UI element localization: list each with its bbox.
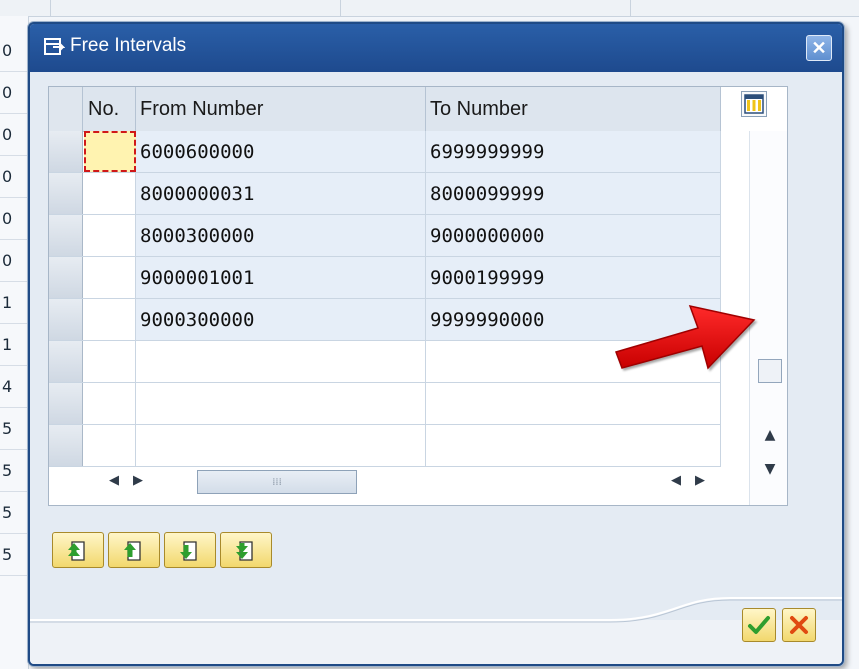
no-cell[interactable] [84,383,136,424]
background-cell: 5 [0,450,28,492]
previous-page-button[interactable] [108,532,160,568]
footer-divider [30,597,842,623]
to-number-cell[interactable]: 9000199999 [426,257,721,298]
arrow-left-icon: ◀ [109,472,119,488]
table-row[interactable]: 8000300000 9000000000 [49,215,721,257]
from-number-cell[interactable] [136,383,426,424]
select-all-cell[interactable] [49,87,83,131]
no-cell[interactable] [84,215,136,256]
row-selector[interactable] [49,131,83,172]
previous-page-icon [124,541,141,561]
arrow-right-icon: ▶ [133,472,143,488]
annotation-arrow [615,304,756,370]
dialog-title-bar: Free Intervals ✕ [30,24,842,72]
arrow-right-icon: ▶ [695,472,705,488]
checkmark-icon [748,616,770,634]
cancel-button[interactable] [782,608,816,642]
no-cell[interactable] [84,341,136,382]
no-cell[interactable] [84,299,136,340]
close-button[interactable]: ✕ [806,35,832,61]
from-number-cell[interactable] [136,341,426,382]
to-number-cell[interactable]: 6999999999 [426,131,721,172]
scroll-right-button[interactable]: ▶ [131,471,145,489]
grip-icon: ⁞⁞⁞ [272,476,282,488]
table-row[interactable]: 8000000031 8000099999 [49,173,721,215]
background-header-cell [340,0,631,16]
no-cell[interactable] [84,173,136,214]
close-icon: ✕ [811,37,827,58]
background-cell: 0 [0,114,28,156]
column-settings-icon [744,94,764,114]
background-cell: 1 [0,282,28,324]
row-selector[interactable] [49,257,83,298]
to-number-cell[interactable] [426,425,721,466]
no-cell[interactable] [84,425,136,466]
from-number-cell[interactable] [136,425,426,466]
background-cell: 4 [0,366,28,408]
free-intervals-dialog: Free Intervals ✕ No. From Number To Numb… [28,22,844,666]
arrow-left-icon: ◀ [671,472,681,488]
scroll-down-button[interactable]: ▼ [760,461,780,477]
last-page-icon [236,541,253,561]
table-row[interactable]: 6000600000 6999999999 [49,131,721,173]
window-icon [44,38,65,55]
background-cell: 5 [0,492,28,534]
background-left-column: 0 0 0 0 0 0 1 1 4 5 5 5 5 [0,16,29,669]
next-page-icon [180,541,197,561]
table-row[interactable] [49,425,721,467]
last-page-button[interactable] [220,532,272,568]
background-cell: 0 [0,240,28,282]
arrow-up-icon: ▲ [764,427,776,443]
background-cell: 5 [0,408,28,450]
row-selector[interactable] [49,215,83,256]
background-cell: 5 [0,534,28,576]
to-number-cell[interactable]: 9000000000 [426,215,721,256]
table-row[interactable]: 9000001001 9000199999 [49,257,721,299]
no-cell[interactable] [84,257,136,298]
column-settings-button[interactable] [741,91,767,117]
no-cell[interactable] [84,131,136,172]
row-selector[interactable] [49,425,83,466]
column-header-from-number[interactable]: From Number [136,87,426,131]
scroll-left-button[interactable]: ◀ [107,471,121,489]
from-number-cell[interactable]: 8000300000 [136,215,426,256]
column-header-no[interactable]: No. [84,87,136,131]
from-number-cell[interactable]: 6000600000 [136,131,426,172]
from-number-cell[interactable]: 9000300000 [136,299,426,340]
first-page-icon [68,541,85,561]
next-page-button[interactable] [164,532,216,568]
background-cell: 0 [0,198,28,240]
horizontal-scroll-thumb[interactable]: ⁞⁞⁞ [197,470,357,494]
ok-button[interactable] [742,608,776,642]
cancel-icon [790,616,808,634]
scroll-up-button[interactable]: ▲ [760,427,780,443]
background-cell: 0 [0,72,28,114]
background-cell: 0 [0,156,28,198]
to-number-cell[interactable]: 8000099999 [426,173,721,214]
from-number-cell[interactable]: 9000001001 [136,257,426,298]
from-number-cell[interactable]: 8000000031 [136,173,426,214]
row-selector[interactable] [49,383,83,424]
background-cell: 1 [0,324,28,366]
first-page-button[interactable] [52,532,104,568]
background-header-cell [50,0,341,16]
dialog-title: Free Intervals [70,35,187,56]
background-header-cell [28,0,51,16]
background-header [0,0,859,17]
horizontal-scrollbar[interactable]: ◀ ▶ ⁞⁞⁞ ◀ ▶ [85,467,725,494]
arrow-down-icon: ▼ [764,461,776,477]
row-selector[interactable] [49,173,83,214]
scroll-right-button-secondary[interactable]: ▶ [693,471,707,489]
row-selector[interactable] [49,299,83,340]
table-header: No. From Number To Number [49,87,721,132]
background-cell: 0 [0,30,28,72]
row-selector[interactable] [49,341,83,382]
scroll-left-button-secondary[interactable]: ◀ [669,471,683,489]
column-header-to-number[interactable]: To Number [426,87,721,131]
